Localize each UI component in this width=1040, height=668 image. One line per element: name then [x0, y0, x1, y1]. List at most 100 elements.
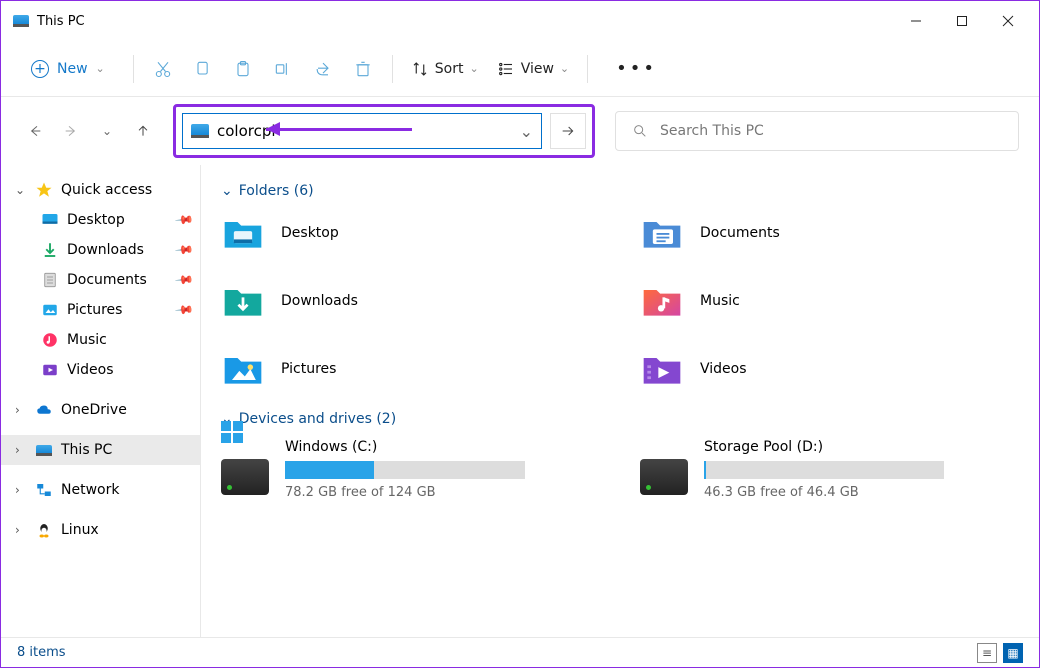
sidebar-linux[interactable]: › Linux	[1, 515, 200, 545]
star-icon	[35, 181, 53, 199]
pin-icon: 📌	[174, 300, 194, 320]
go-button[interactable]	[550, 113, 586, 149]
capacity-bar	[704, 461, 944, 479]
thispc-label: This PC	[61, 442, 112, 458]
sidebar-network[interactable]: › Network	[1, 475, 200, 505]
folder-label: Pictures	[281, 361, 336, 377]
plus-icon: +	[31, 60, 49, 78]
capacity-bar	[285, 461, 525, 479]
folder-label: Downloads	[281, 293, 358, 309]
address-highlight: ⌄	[173, 104, 595, 158]
chevron-down-icon: ⌄	[96, 62, 105, 75]
picture-icon	[41, 301, 59, 319]
chevron-down-icon: ⌄	[15, 183, 27, 197]
sidebar-item-label: Downloads	[67, 242, 144, 258]
delete-icon[interactable]	[352, 58, 374, 80]
folder-pictures[interactable]: Pictures	[221, 347, 600, 391]
recent-button[interactable]: ⌄	[93, 117, 121, 145]
chevron-down-icon: ⌄	[469, 62, 478, 75]
drive-free: 78.2 GB free of 124 GB	[285, 485, 600, 500]
drive-name: Windows (C:)	[285, 439, 600, 455]
address-input[interactable]	[217, 122, 512, 140]
folder-label: Videos	[700, 361, 747, 377]
linux-icon	[35, 521, 53, 539]
sort-label: Sort	[435, 61, 464, 77]
drive-storage-pool[interactable]: Storage Pool (D:) 46.3 GB free of 46.4 G…	[640, 439, 1019, 500]
drives-header[interactable]: ⌄ Devices and drives (2)	[221, 411, 1019, 427]
folder-icon	[221, 347, 265, 391]
sidebar-onedrive[interactable]: › OneDrive	[1, 395, 200, 425]
sidebar-item-label: Videos	[67, 362, 114, 378]
rename-icon[interactable]	[272, 58, 294, 80]
chevron-right-icon: ›	[15, 443, 27, 457]
sidebar-quick-access[interactable]: ⌄ Quick access	[1, 175, 200, 205]
maximize-button[interactable]	[939, 6, 985, 36]
close-button[interactable]	[985, 6, 1031, 36]
more-button[interactable]: •••	[606, 58, 667, 79]
new-button[interactable]: + New ⌄	[21, 54, 115, 84]
sidebar-item-pictures[interactable]: Pictures 📌	[1, 295, 200, 325]
sidebar-item-downloads[interactable]: Downloads 📌	[1, 235, 200, 265]
sidebar-this-pc[interactable]: › This PC	[1, 435, 200, 465]
sidebar-item-label: Documents	[67, 272, 147, 288]
folder-downloads[interactable]: Downloads	[221, 279, 600, 323]
content-area: ⌄ Folders (6) Desktop Documents Download…	[201, 165, 1039, 637]
windows-logo-icon	[221, 421, 243, 443]
drives-header-label: Devices and drives (2)	[239, 411, 396, 427]
network-icon	[35, 481, 53, 499]
window-title: This PC	[37, 14, 893, 29]
app-icon	[13, 15, 29, 27]
cloud-icon	[35, 401, 53, 419]
sidebar-item-videos[interactable]: Videos	[1, 355, 200, 385]
download-icon	[41, 241, 59, 259]
chevron-down-icon[interactable]: ⌄	[520, 122, 533, 141]
sort-button[interactable]: Sort ⌄	[411, 60, 479, 78]
folder-icon	[640, 347, 684, 391]
sidebar-item-label: Pictures	[67, 302, 122, 318]
sidebar-item-documents[interactable]: Documents 📌	[1, 265, 200, 295]
folder-videos[interactable]: Videos	[640, 347, 1019, 391]
copy-icon[interactable]	[192, 58, 214, 80]
divider	[392, 55, 393, 83]
folder-icon	[640, 279, 684, 323]
chevron-down-icon: ⌄	[560, 62, 569, 75]
divider	[133, 55, 134, 83]
paste-icon[interactable]	[232, 58, 254, 80]
onedrive-label: OneDrive	[61, 402, 127, 418]
folders-header[interactable]: ⌄ Folders (6)	[221, 183, 1019, 199]
folder-music[interactable]: Music	[640, 279, 1019, 323]
search-placeholder: Search This PC	[660, 123, 764, 139]
details-view-button[interactable]: ≡	[977, 643, 997, 663]
cut-icon[interactable]	[152, 58, 174, 80]
drive-windows[interactable]: Windows (C:) 78.2 GB free of 124 GB	[221, 439, 600, 500]
network-label: Network	[61, 482, 119, 498]
music-icon	[41, 331, 59, 349]
title-bar: This PC	[1, 1, 1039, 41]
view-button[interactable]: View ⌄	[497, 60, 569, 78]
folder-label: Documents	[700, 225, 780, 241]
share-icon[interactable]	[312, 58, 334, 80]
back-button[interactable]	[21, 117, 49, 145]
pc-icon	[35, 441, 53, 459]
drive-icon	[221, 459, 269, 495]
icons-view-button[interactable]: ▦	[1003, 643, 1023, 663]
drive-free: 46.3 GB free of 46.4 GB	[704, 485, 1019, 500]
folder-documents[interactable]: Documents	[640, 211, 1019, 255]
address-bar[interactable]: ⌄	[182, 113, 542, 149]
forward-button[interactable]	[57, 117, 85, 145]
sidebar-item-desktop[interactable]: Desktop 📌	[1, 205, 200, 235]
folder-desktop[interactable]: Desktop	[221, 211, 600, 255]
sidebar-item-music[interactable]: Music	[1, 325, 200, 355]
drive-name: Storage Pool (D:)	[704, 439, 1019, 455]
status-text: 8 items	[17, 645, 66, 660]
folder-icon	[640, 211, 684, 255]
view-label: View	[521, 61, 554, 77]
chevron-down-icon: ⌄	[221, 183, 233, 199]
up-button[interactable]	[129, 117, 157, 145]
search-field[interactable]: Search This PC	[615, 111, 1019, 151]
minimize-button[interactable]	[893, 6, 939, 36]
divider	[587, 55, 588, 83]
folder-icon	[221, 279, 265, 323]
status-bar: 8 items ≡ ▦	[1, 637, 1039, 667]
nav-row: ⌄ ⌄ Search This PC	[1, 97, 1039, 165]
